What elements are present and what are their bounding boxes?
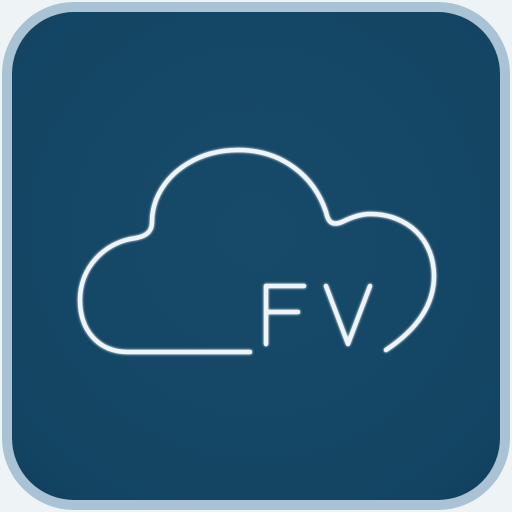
app-icon[interactable]	[0, 0, 512, 512]
app-icon-graphic	[0, 0, 512, 512]
app-tile	[12, 12, 500, 500]
